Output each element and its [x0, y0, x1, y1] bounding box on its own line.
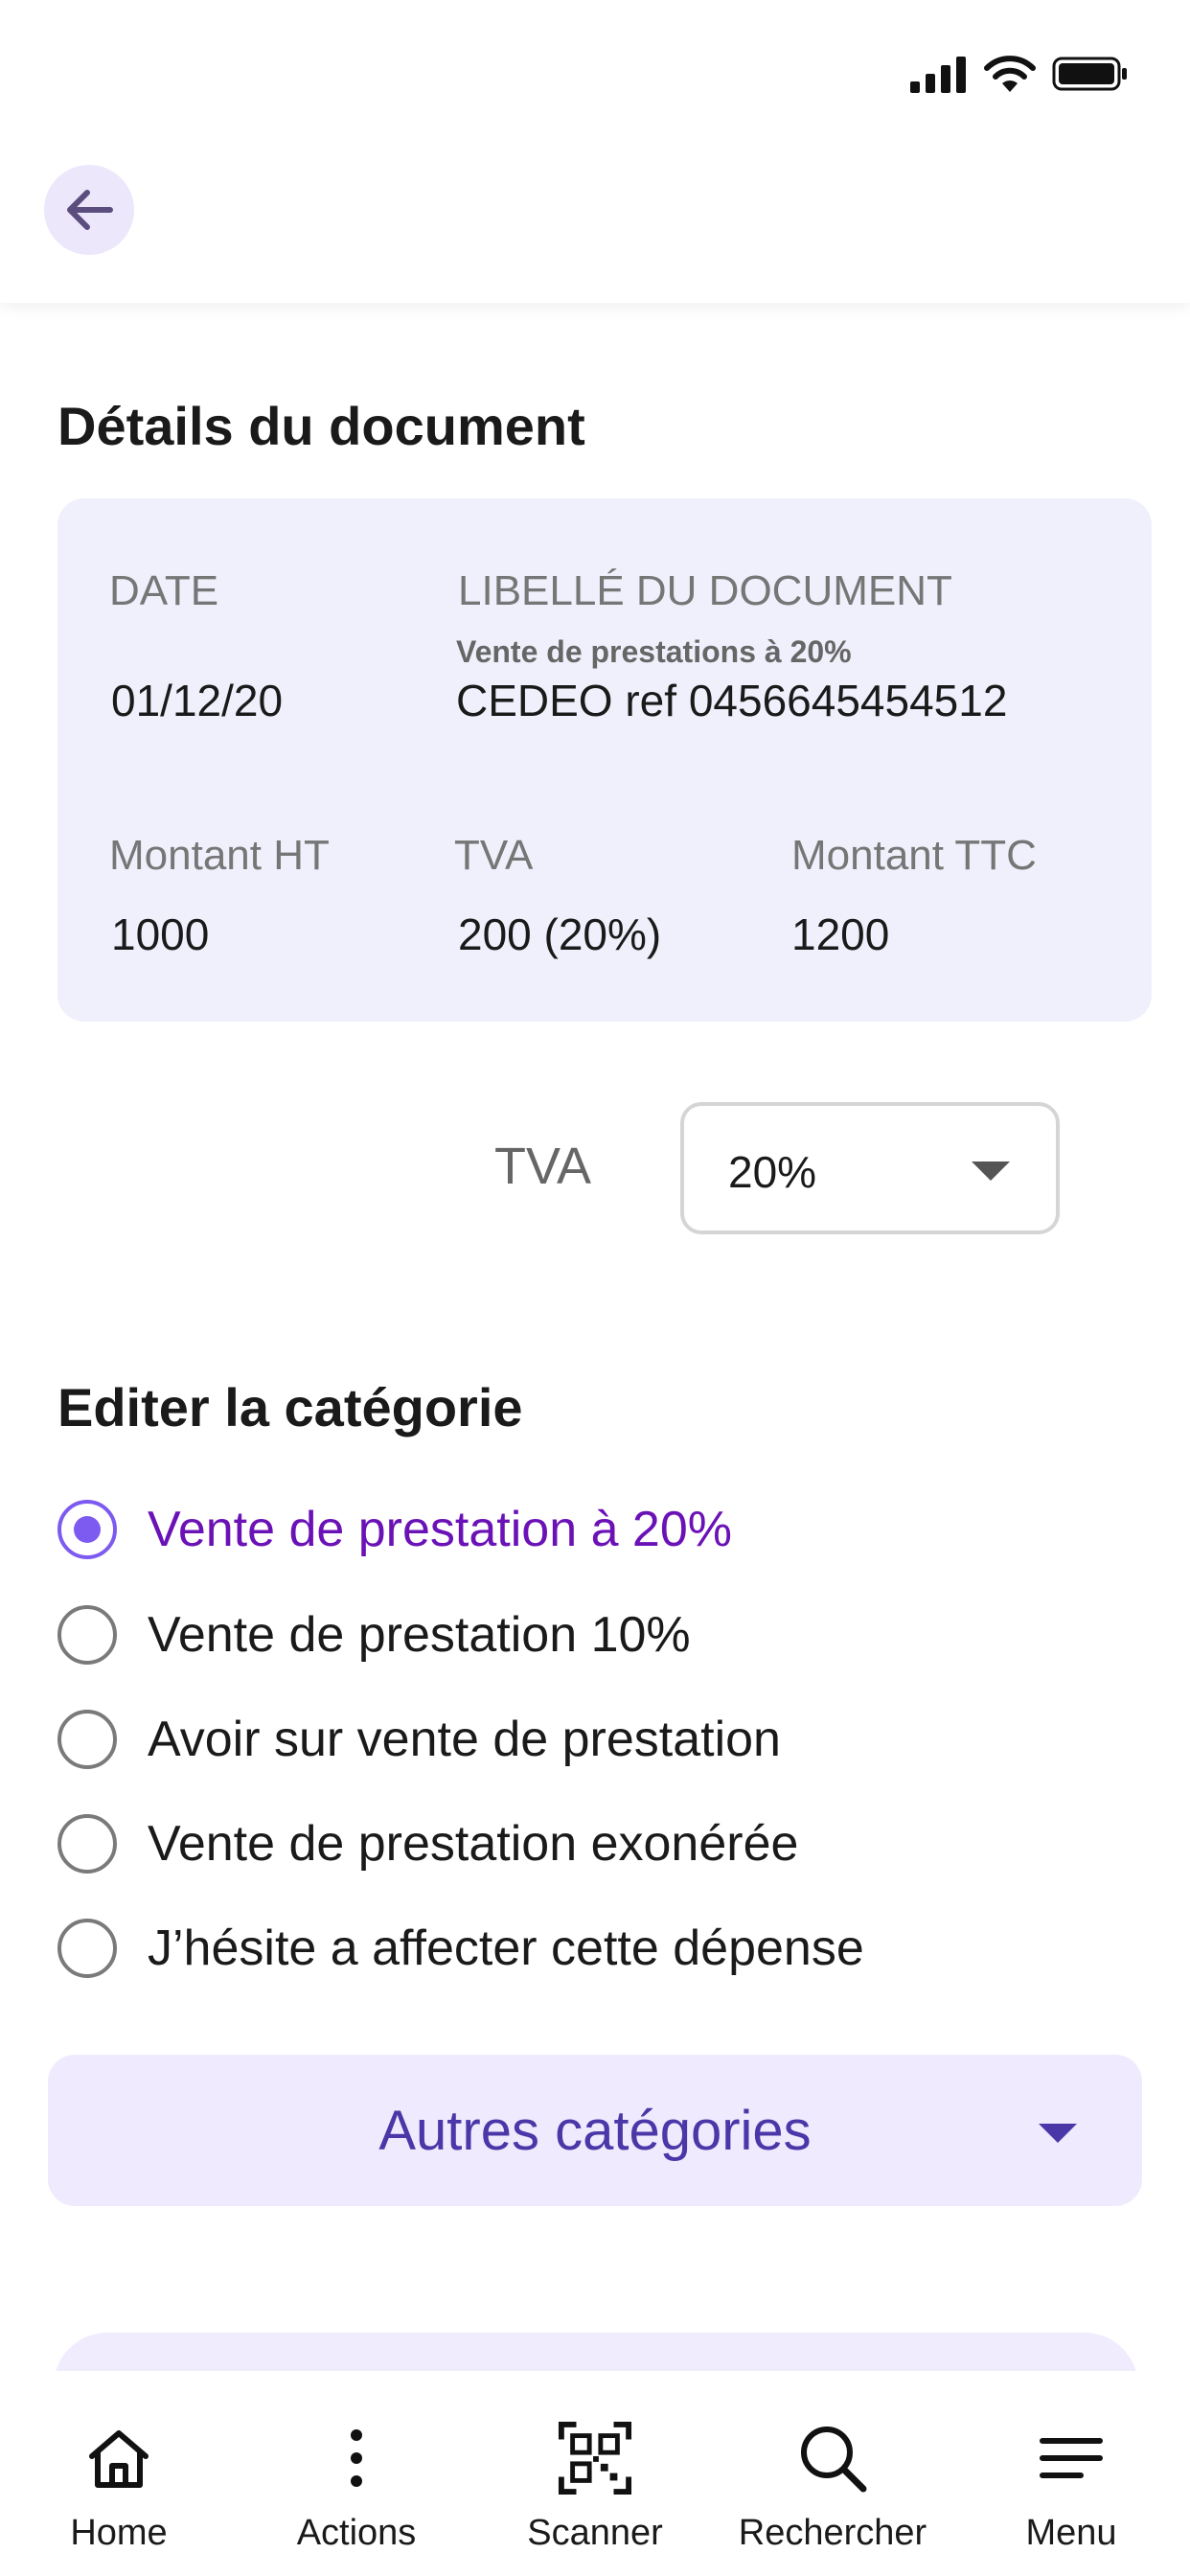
montant-ttc-value: 1200: [791, 909, 890, 959]
montant-ht-value: 1000: [111, 909, 210, 959]
category-option-5[interactable]: J’hésite a affecter cette dépense: [57, 1910, 864, 1987]
nav-scanner[interactable]: Scanner: [476, 2371, 714, 2576]
nav-scanner-label: Scanner: [527, 2513, 663, 2553]
document-details-card: DATE LIBELLÉ DU DOCUMENT Vente de presta…: [57, 498, 1152, 1022]
nav-actions-label: Actions: [296, 2513, 417, 2553]
more-vertical-icon: [351, 2429, 362, 2487]
category-option-label: Vente de prestation à 20%: [148, 1502, 733, 1557]
libelle-label: LIBELLÉ DU DOCUMENT: [458, 567, 952, 614]
nav-home[interactable]: Home: [0, 2371, 238, 2576]
search-icon: [801, 2426, 867, 2493]
libelle-subtitle: Vente de prestations à 20%: [456, 634, 852, 669]
category-option-label: Vente de prestation 10%: [148, 1607, 691, 1663]
signal-icon: [910, 57, 966, 93]
nav-menu[interactable]: Menu: [952, 2371, 1190, 2576]
app-header: [0, 0, 1190, 303]
nav-menu-label: Menu: [1025, 2513, 1117, 2553]
radio-selected-icon[interactable]: [57, 1500, 117, 1559]
bottom-navigation: Home Actions Scanner Rechercher Menu: [0, 2371, 1190, 2576]
category-option-label: Avoir sur vente de prestation: [148, 1712, 781, 1767]
category-option-1[interactable]: Vente de prestation à 20%: [57, 1491, 732, 1568]
category-title: Editer la catégorie: [57, 1377, 523, 1438]
category-option-2[interactable]: Vente de prestation 10%: [57, 1597, 691, 1673]
montant-ttc-label: Montant TTC: [791, 832, 1037, 879]
category-option-4[interactable]: Vente de prestation exonérée: [57, 1806, 798, 1882]
wifi-icon: [984, 56, 1036, 92]
tva-amount-label: TVA: [454, 832, 534, 879]
tva-dropdown[interactable]: 20%: [680, 1102, 1060, 1234]
tva-selected-value: 20%: [728, 1147, 817, 1197]
montant-ht-label: Montant HT: [109, 832, 330, 879]
tva-select-label: TVA: [494, 1138, 592, 1195]
category-option-label: J’hésite a affecter cette dépense: [148, 1920, 864, 1976]
home-icon: [89, 2430, 149, 2488]
radio-icon[interactable]: [57, 1605, 117, 1665]
details-title: Détails du document: [57, 396, 585, 456]
libelle-value: CEDEO ref 0456645454512: [456, 676, 1008, 725]
radio-icon[interactable]: [57, 1814, 117, 1874]
category-option-3[interactable]: Avoir sur vente de prestation: [57, 1701, 781, 1778]
category-option-label: Vente de prestation exonérée: [148, 1816, 799, 1872]
arrow-left-icon: [67, 190, 113, 230]
tva-amount-value: 200 (20%): [458, 909, 662, 959]
back-button[interactable]: [44, 165, 134, 255]
radio-icon[interactable]: [57, 1919, 117, 1978]
radio-icon[interactable]: [57, 1710, 117, 1769]
other-categories-button[interactable]: Autres catégories: [48, 2055, 1142, 2206]
battery-icon: [1052, 57, 1127, 91]
caret-down-icon: [1039, 2124, 1077, 2143]
nav-search-label: Rechercher: [738, 2513, 927, 2553]
status-bar: [0, 0, 1190, 144]
menu-icon: [1040, 2438, 1103, 2478]
nav-search[interactable]: Rechercher: [714, 2371, 951, 2576]
caret-down-icon: [972, 1162, 1010, 1181]
qr-code-icon: [558, 2421, 632, 2496]
date-value: 01/12/20: [111, 676, 284, 725]
date-label: DATE: [109, 567, 219, 614]
nav-actions[interactable]: Actions: [238, 2371, 475, 2576]
other-categories-label: Autres catégories: [378, 2100, 812, 2162]
nav-home-label: Home: [70, 2513, 168, 2553]
